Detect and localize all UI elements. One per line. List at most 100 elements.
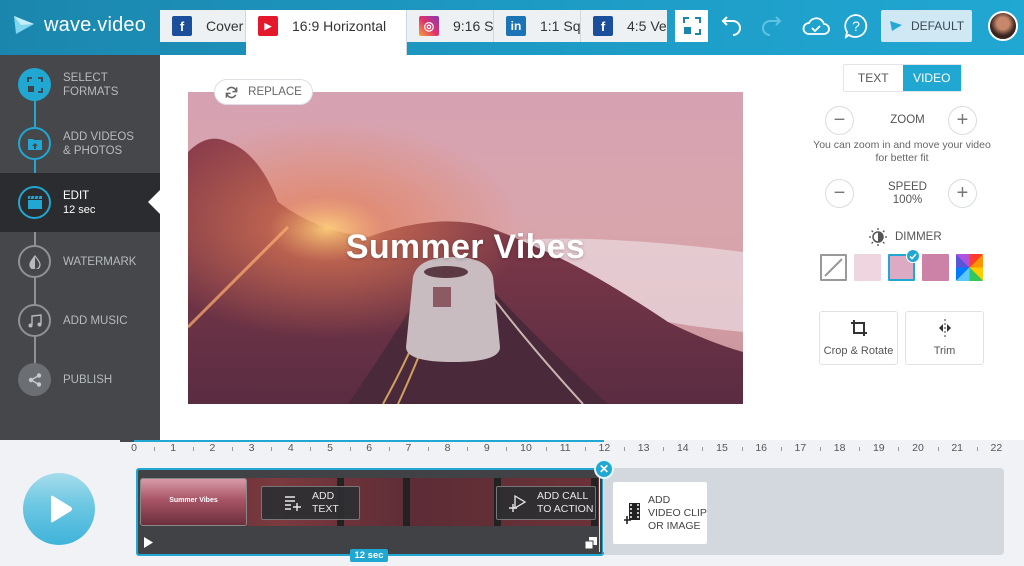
- dimmer-swatch-mauve[interactable]: [922, 254, 949, 281]
- add-cta-label: ADD CALL TO ACTION: [537, 490, 594, 515]
- undo-icon: [721, 16, 741, 36]
- properties-panel: TEXT VIDEO − ZOOM + You can zoom in and …: [800, 55, 1024, 440]
- help-icon: ?: [844, 14, 868, 39]
- add-cta-button[interactable]: ADD CALL TO ACTION: [496, 486, 596, 520]
- video-clip[interactable]: Summer Vibes ADD TEXT ADD CALL TO ACTION: [136, 468, 604, 556]
- ruler-tick-label: 7: [405, 442, 412, 454]
- video-preview[interactable]: Summer Vibes: [188, 92, 743, 404]
- dimmer-title: DIMMER: [868, 227, 942, 247]
- ruler-tick-label: 4: [287, 442, 294, 454]
- ruler-minor-tick: [310, 447, 312, 451]
- ruler-tick-label: 21: [951, 442, 964, 454]
- clip-resize-handle[interactable]: [599, 476, 604, 552]
- ruler-tick-label: 6: [366, 442, 373, 454]
- speed-label: SPEED 100%: [855, 181, 960, 207]
- add-text-label: ADD TEXT: [312, 490, 339, 515]
- ruler-minor-tick: [859, 447, 861, 451]
- ruler-tick-label: 8: [444, 442, 451, 454]
- step-label: PUBLISH: [63, 374, 113, 386]
- redo-button[interactable]: [757, 10, 787, 42]
- play-button[interactable]: [23, 473, 95, 545]
- cloud-save-button[interactable]: [800, 10, 832, 42]
- sidebar-item-publish[interactable]: PUBLISH: [0, 350, 160, 409]
- panel-tabs: TEXT VIDEO: [843, 64, 962, 92]
- active-step-pointer: [148, 190, 160, 214]
- help-button[interactable]: ?: [842, 10, 870, 42]
- select-formats-icon: [18, 68, 51, 101]
- format-tab-1-1[interactable]: in 1:1 Square: [494, 10, 581, 42]
- facebook-icon: f: [593, 16, 613, 36]
- dimmer-swatch-custom-color[interactable]: [956, 254, 983, 281]
- tab-video[interactable]: VIDEO: [902, 65, 961, 91]
- video-title-text[interactable]: Summer Vibes: [188, 228, 743, 267]
- crop-icon: [850, 320, 867, 336]
- select-formats-icon: [682, 17, 701, 35]
- zoom-hint: You can zoom in and move your video for …: [813, 139, 991, 164]
- brightness-icon: [869, 228, 887, 246]
- sidebar-item-add-music[interactable]: ADD MUSIC: [0, 291, 160, 350]
- undo-button[interactable]: [716, 10, 746, 42]
- wave-logo-icon: [889, 21, 902, 31]
- wave-logo-icon: [14, 16, 34, 34]
- sidebar-item-select-formats[interactable]: SELECT FORMATS: [0, 55, 160, 114]
- no-color-icon: [824, 258, 843, 277]
- remove-clip-button[interactable]: ✕: [594, 459, 614, 479]
- speed-up-button[interactable]: +: [948, 179, 977, 208]
- app-logo[interactable]: wave.video: [12, 13, 146, 37]
- format-tabs: f Cover ▶ 16:9 Horizontal ◎ 9:16 Story i…: [160, 10, 667, 55]
- user-avatar[interactable]: [988, 11, 1018, 41]
- brand-profile-button[interactable]: DEFAULT: [881, 10, 972, 42]
- ruler-tick-label: 9: [483, 442, 490, 454]
- tab-text[interactable]: TEXT: [844, 65, 903, 91]
- ruler-minor-tick: [780, 447, 782, 451]
- clip-duplicate-button[interactable]: [584, 536, 597, 554]
- ruler-minor-tick: [428, 447, 429, 451]
- add-video-clip-button[interactable]: ADD VIDEO CLIP OR IMAGE: [613, 482, 707, 544]
- crop-rotate-button[interactable]: Crop & Rotate: [819, 311, 898, 365]
- play-icon: [51, 495, 72, 523]
- ruler-tick-label: 20: [912, 442, 924, 454]
- sidebar-item-edit[interactable]: EDIT 12 sec: [0, 173, 160, 232]
- linkedin-icon: in: [506, 16, 526, 36]
- format-tab-cover[interactable]: f Cover: [160, 10, 246, 42]
- youtube-icon: ▶: [258, 16, 278, 36]
- add-cta-icon: [509, 494, 527, 512]
- music-note-icon: [18, 304, 51, 337]
- ruler-tick-label: 2: [209, 442, 216, 454]
- ruler-minor-tick: [153, 447, 155, 451]
- add-video-clip-icon: [624, 503, 640, 524]
- clip-play-button[interactable]: [143, 536, 154, 554]
- ruler-tick-label: 18: [833, 442, 846, 454]
- format-tab-9-16[interactable]: ◎ 9:16 Story: [407, 10, 494, 42]
- fullscreen-button[interactable]: [675, 10, 708, 42]
- format-tab-label: 9:16 Story: [453, 18, 494, 34]
- trim-button[interactable]: Trim: [905, 311, 984, 365]
- zoom-in-button[interactable]: +: [948, 106, 977, 135]
- dimmer-swatch-light-pink[interactable]: [854, 254, 881, 281]
- ruler-tick-label: 10: [520, 442, 532, 454]
- ruler-tick-label: 17: [794, 442, 807, 454]
- dimmer-swatch-none[interactable]: [820, 254, 847, 281]
- sidebar-item-add-videos[interactable]: ADD VIDEOS & PHOTOS: [0, 114, 160, 173]
- time-ruler[interactable]: 0 1 2 3 4 5 6 7 8 9 10 11 12 13 14 15 16 17 18 19 20 21 22: [120, 439, 1024, 458]
- ruler-minor-tick: [467, 447, 469, 451]
- dimmer-swatches: [820, 249, 983, 281]
- zoom-out-button[interactable]: −: [825, 106, 854, 135]
- refresh-icon: [225, 86, 238, 98]
- instagram-icon: ◎: [419, 16, 439, 36]
- ruler-tick-label: 13: [637, 442, 650, 454]
- brand-profile-label: DEFAULT: [910, 19, 965, 33]
- replace-button[interactable]: REPLACE: [214, 79, 313, 105]
- sidebar-item-watermark[interactable]: WATERMARK: [0, 232, 160, 291]
- format-tab-16-9[interactable]: ▶ 16:9 Horizontal: [246, 10, 407, 55]
- speed-down-button[interactable]: −: [825, 179, 854, 208]
- ruler-minor-tick: [506, 447, 508, 451]
- app-name: wave.video: [44, 13, 147, 36]
- dimmer-swatch-pink[interactable]: [888, 249, 920, 281]
- ruler-minor-tick: [584, 447, 586, 451]
- add-text-button[interactable]: ADD TEXT: [261, 486, 360, 520]
- format-tab-4-5[interactable]: f 4:5 Vertical: [581, 10, 667, 42]
- ruler-minor-tick: [271, 447, 273, 451]
- plus-icon: +: [956, 109, 969, 131]
- clip-thumbnail-title: Summer Vibes: [169, 497, 218, 504]
